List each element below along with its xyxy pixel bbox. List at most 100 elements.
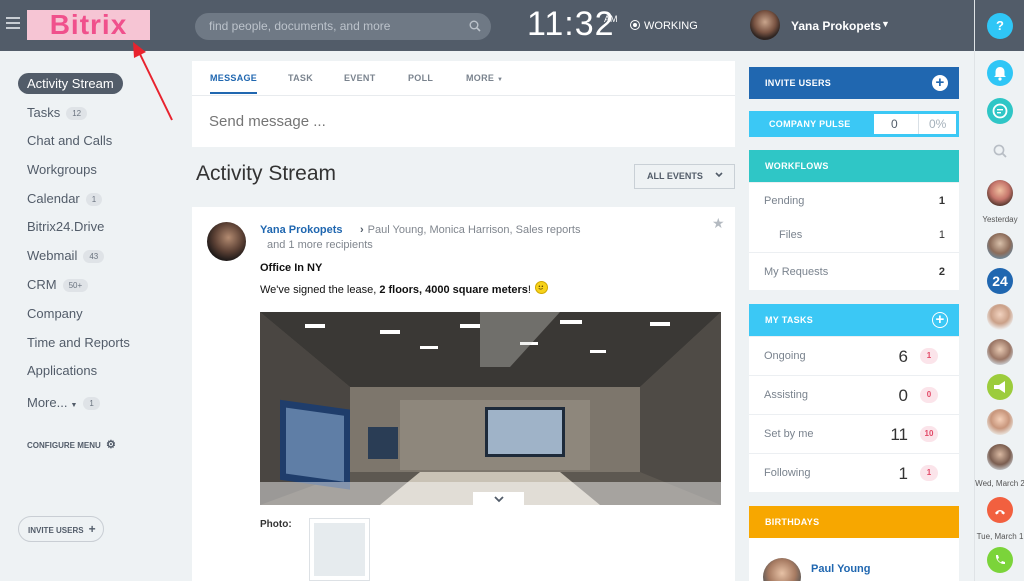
contact-avatar[interactable] [987,444,1013,470]
workflow-row-files[interactable]: Files 1 [749,219,959,252]
task-row-value: 1 [898,464,908,483]
sidebar-item-calendar[interactable]: Calendar 1 [27,191,103,206]
sidebar-item-more[interactable]: More... ▼ 1 [27,395,100,410]
tab-poll[interactable]: POLL [408,73,433,83]
contact-avatar[interactable] [987,180,1013,206]
sidebar-item-workgroups[interactable]: Workgroups [27,162,97,177]
chevron-right-icon: › [360,224,364,236]
sidebar-item-crm[interactable]: CRM 50+ [27,277,89,292]
recent-label-wed: Wed, March 2 [975,479,1024,488]
expand-post-button[interactable] [473,492,524,510]
clock-time[interactable]: 11:32 [527,5,615,44]
recent-label-tue: Tue, March 1 [976,532,1024,541]
call-icon[interactable] [987,547,1013,573]
sidebar-item-label: More... [27,395,68,410]
conference-room-image [260,312,721,505]
missed-call-icon[interactable] [987,497,1013,523]
events-filter-dropdown[interactable]: ALL EVENTS [634,164,735,189]
megaphone-icon[interactable] [987,374,1013,400]
sidebar-item-label: Calendar [27,191,80,206]
page-title: Activity Stream [196,162,337,185]
recent-label-yesterday: Yesterday [982,215,1018,224]
birthday-item[interactable]: Paul Young [749,538,959,581]
search-icon[interactable] [469,20,481,32]
task-row-set-by-me[interactable]: Set by me 11 10 [749,414,959,453]
post-title: Office In NY [260,262,323,274]
configure-menu-link[interactable]: CONFIGURE MENU ⚙ [27,438,116,451]
task-row-label: Ongoing [764,350,806,362]
birthdays-header[interactable]: BIRTHDAYS [749,506,959,538]
sidebar-item-label: Chat and Calls [27,133,113,148]
birthday-person-name[interactable]: Paul Young [811,563,871,575]
sidebar-item-webmail[interactable]: Webmail 43 [27,248,105,263]
task-row-assisting[interactable]: Assisting 0 0 [749,375,959,414]
tab-task[interactable]: TASK [288,73,313,83]
company-pulse-values: 0 0% [874,114,956,134]
sidebar-item-label: Bitrix24.Drive [27,219,105,234]
chevron-down-icon[interactable]: ▼ [881,19,890,29]
rail-search-icon[interactable] [987,138,1013,164]
sidebar-count-badge: 50+ [62,279,89,292]
sidebar-item-tasks[interactable]: Tasks 12 [27,105,88,120]
my-tasks-title: MY TASKS [765,315,814,325]
top-bar: Bitrix find people, documents, and more … [0,0,974,51]
search-input[interactable]: find people, documents, and more [195,13,491,40]
sidebar-item-chat-calls[interactable]: Chat and Calls [27,133,112,148]
work-status[interactable]: WORKING [630,19,698,32]
bitrix-logo[interactable]: Bitrix [27,10,150,40]
divider [192,95,735,96]
post-author[interactable]: Yana Prokopets [260,224,343,236]
invite-users-button[interactable]: INVITE USERS + [18,516,104,542]
recipients-list[interactable]: Paul Young, Monica Harrison, Sales repor… [368,224,581,236]
chat-icon[interactable] [987,98,1013,124]
birthday-avatar[interactable] [763,558,801,581]
sidebar-item-time-reports[interactable]: Time and Reports [27,335,130,350]
photo-thumbnail[interactable] [309,518,370,581]
contact-avatar[interactable] [987,304,1013,330]
tab-more[interactable]: MORE ▼ [466,73,503,83]
workflow-row-label: Files [779,229,803,241]
invite-users-label: INVITE USERS [28,526,84,535]
task-row-label: Assisting [764,389,809,401]
sidebar-item-activity-stream[interactable]: Activity Stream [18,73,123,94]
sidebar-item-applications[interactable]: Applications [27,363,97,378]
sidebar-item-drive[interactable]: Bitrix24.Drive [27,219,104,234]
events-filter-label: ALL EVENTS [647,171,703,181]
sidebar-item-company[interactable]: Company [27,306,83,321]
contact-avatar[interactable] [987,339,1013,365]
search-placeholder: find people, documents, and more [209,19,391,33]
user-avatar[interactable] [750,10,780,40]
invite-users-header[interactable]: INVITE USERS + [749,67,959,99]
company-pulse-widget[interactable]: COMPANY PULSE 0 0% [749,111,959,137]
user-name[interactable]: Yana Prokopets [791,19,881,33]
sidebar-count-badge: 1 [85,193,103,206]
task-row-ongoing[interactable]: Ongoing 6 1 [749,336,959,375]
workflow-row-pending[interactable]: Pending 1 [749,182,959,219]
photo-label: Photo: [260,519,292,530]
workflow-row-my-requests[interactable]: My Requests 2 [749,252,959,290]
author-avatar[interactable] [207,222,246,261]
add-task-icon[interactable]: + [932,312,948,328]
message-input[interactable] [209,113,709,130]
bitrix24-counter-icon[interactable]: 24 [987,268,1013,294]
invite-users-widget[interactable]: INVITE USERS + [749,67,959,99]
more-recipients-link[interactable]: and 1 more recipients [267,239,373,251]
pulse-value: 0 [891,117,898,131]
workflows-header[interactable]: WORKFLOWS [749,150,959,182]
menu-burger-icon[interactable] [6,17,20,31]
tab-message[interactable]: MESSAGE [210,73,258,94]
post-image[interactable] [260,312,721,505]
task-row-value: 6 [898,347,908,366]
sidebar-item-label: Applications [27,363,98,378]
task-row-badge: 1 [920,348,938,364]
tab-event[interactable]: EVENT [344,73,376,83]
star-icon[interactable]: ★ [712,215,725,232]
contact-avatar[interactable] [987,409,1013,435]
contact-avatar[interactable] [987,233,1013,259]
task-row-following[interactable]: Following 1 1 [749,453,959,492]
add-user-icon[interactable]: + [932,75,948,91]
bell-icon[interactable] [987,60,1013,86]
my-tasks-header[interactable]: MY TASKS + [749,304,959,336]
plus-icon: + [88,522,96,536]
help-icon[interactable]: ? [987,13,1013,39]
